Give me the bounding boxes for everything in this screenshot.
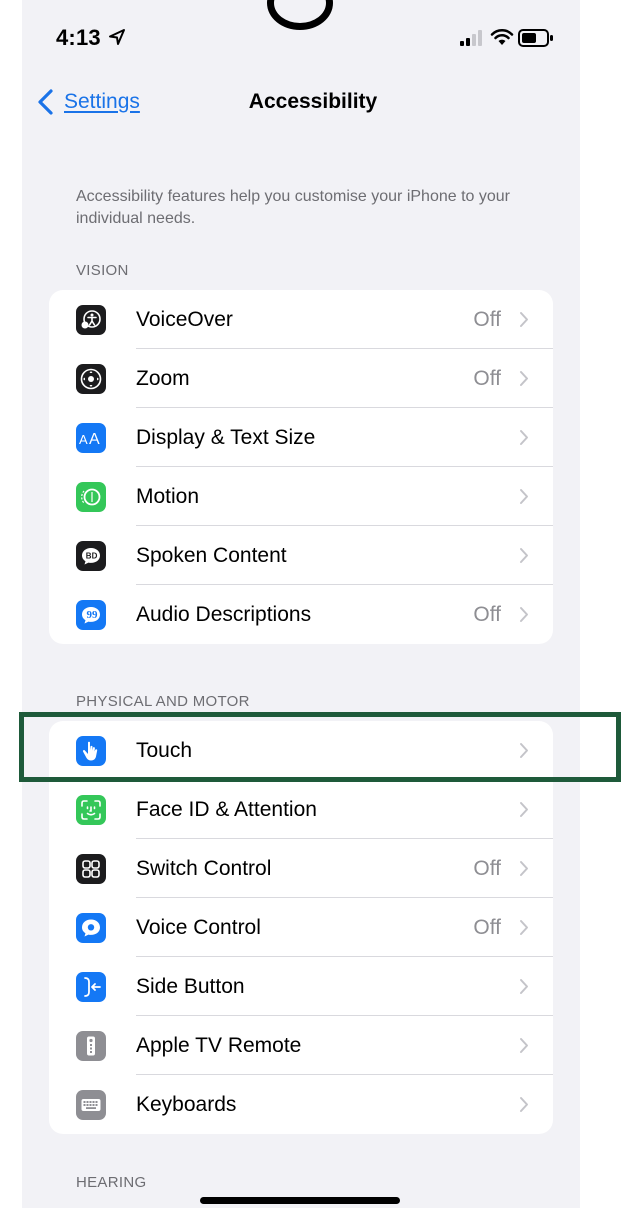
- chevron-right-icon: [520, 920, 528, 935]
- row-label: Motion: [136, 485, 200, 508]
- section-header-physical-motor: PHYSICAL AND MOTOR: [76, 693, 250, 710]
- row-zoom[interactable]: Zoom Off: [49, 349, 553, 408]
- row-label: VoiceOver: [136, 308, 233, 331]
- side-button-icon: [76, 972, 106, 1002]
- keyboards-icon: [76, 1090, 106, 1120]
- svg-text:A: A: [89, 431, 100, 448]
- row-label: Spoken Content: [136, 544, 287, 567]
- row-voice-control[interactable]: Voice Control Off: [49, 898, 553, 957]
- chevron-right-icon: [520, 802, 528, 817]
- row-value: Off: [473, 857, 501, 880]
- voiceover-icon: [76, 305, 106, 335]
- row-touch[interactable]: Touch: [49, 721, 553, 780]
- chevron-right-icon: [520, 607, 528, 622]
- section-header-vision: VISION: [76, 262, 129, 279]
- chevron-right-icon: [520, 489, 528, 504]
- row-value: Off: [473, 367, 501, 390]
- row-face-id-attention[interactable]: Face ID & Attention: [49, 780, 553, 839]
- row-label: Apple TV Remote: [136, 1034, 302, 1057]
- chevron-right-icon: [520, 861, 528, 876]
- row-keyboards[interactable]: Keyboards: [49, 1075, 553, 1134]
- svg-text:99: 99: [87, 609, 99, 621]
- location-arrow-icon: [109, 29, 125, 45]
- row-display-text-size[interactable]: AA Display & Text Size: [49, 408, 553, 467]
- chevron-right-icon: [520, 1038, 528, 1053]
- svg-text:BD: BD: [86, 552, 98, 561]
- navigation-bar: Settings Accessibility: [22, 80, 580, 124]
- intro-text: Accessibility features help you customis…: [76, 188, 510, 227]
- voice-control-icon: [76, 913, 106, 943]
- row-audio-descriptions[interactable]: 99 Audio Descriptions Off: [49, 585, 553, 644]
- spoken-content-icon: BD: [76, 541, 106, 571]
- row-label: Keyboards: [136, 1093, 237, 1116]
- vision-group: VoiceOver Off Zoom Off AA Display & Text…: [49, 290, 553, 644]
- row-label: Zoom: [136, 367, 190, 390]
- row-label: Face ID & Attention: [136, 798, 317, 821]
- battery-icon: [518, 29, 553, 47]
- row-voiceover[interactable]: VoiceOver Off: [49, 290, 553, 349]
- home-indicator[interactable]: [200, 1197, 400, 1204]
- row-apple-tv-remote[interactable]: Apple TV Remote: [49, 1016, 553, 1075]
- cellular-signal-icon: [460, 30, 482, 46]
- row-motion[interactable]: Motion: [49, 467, 553, 526]
- apple-tv-remote-icon: [76, 1031, 106, 1061]
- switch-control-icon: [76, 854, 106, 884]
- physical-motor-group: Touch Face ID & Attention Switch Control…: [49, 721, 553, 1134]
- row-label: Voice Control: [136, 916, 261, 939]
- row-value: Off: [473, 603, 501, 626]
- wifi-icon: [490, 29, 514, 45]
- row-label: Switch Control: [136, 857, 272, 880]
- section-header-hearing: HEARING: [76, 1174, 147, 1191]
- row-label: Audio Descriptions: [136, 603, 312, 626]
- motion-icon: [76, 482, 106, 512]
- chevron-right-icon: [520, 430, 528, 445]
- chevron-right-icon: [520, 312, 528, 327]
- chevron-right-icon: [520, 743, 528, 758]
- row-value: Off: [473, 308, 501, 331]
- row-label: Side Button: [136, 975, 245, 998]
- row-label: Display & Text Size: [136, 426, 316, 449]
- chevron-right-icon: [520, 979, 528, 994]
- chevron-right-icon: [520, 548, 528, 563]
- row-switch-control[interactable]: Switch Control Off: [49, 839, 553, 898]
- audio-descriptions-icon: 99: [76, 600, 106, 630]
- display-text-size-icon: AA: [76, 423, 106, 453]
- row-side-button[interactable]: Side Button: [49, 957, 553, 1016]
- row-value: Off: [473, 916, 501, 939]
- row-label: Touch: [136, 739, 193, 762]
- row-spoken-content[interactable]: BD Spoken Content: [49, 526, 553, 585]
- svg-text:A: A: [79, 432, 88, 447]
- face-id-icon: [76, 795, 106, 825]
- touch-icon: [76, 736, 106, 766]
- status-bar: 4:13: [22, 0, 580, 80]
- page-title: Accessibility: [248, 90, 378, 113]
- status-time: 4:13: [56, 25, 101, 50]
- chevron-right-icon: [520, 371, 528, 386]
- iphone-screen: 4:13 Settings Accessibility Accessibilit…: [22, 0, 580, 1208]
- chevron-right-icon: [520, 1097, 528, 1112]
- zoom-icon: [76, 364, 106, 394]
